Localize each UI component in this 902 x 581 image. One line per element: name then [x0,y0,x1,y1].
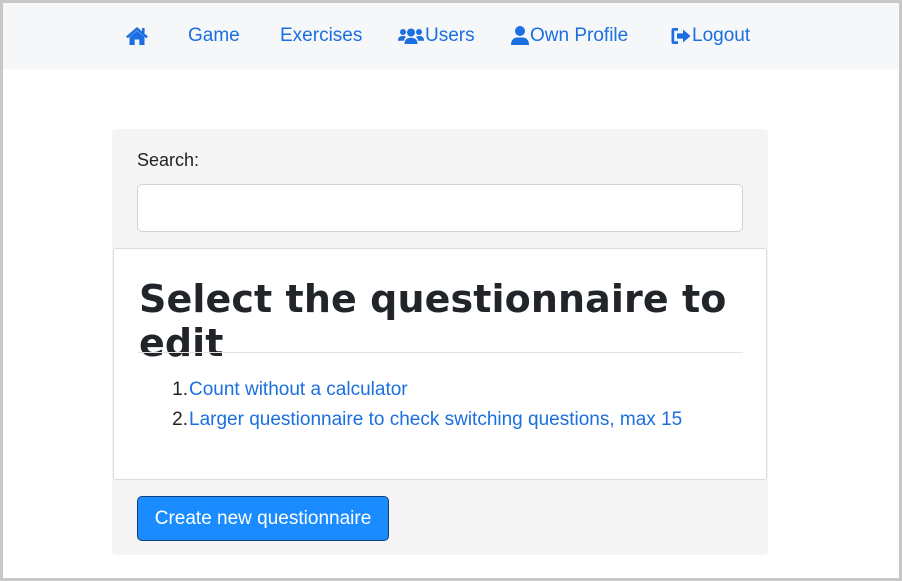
questionnaire-link[interactable]: Larger questionnaire to check switching … [189,409,682,431]
home-icon [125,26,149,46]
nav-own-profile-link[interactable]: Own Profile [511,3,628,69]
top-navbar: Game Exercises Users Own Profile Logout [3,3,899,69]
nav-home-link[interactable] [125,3,150,69]
list-item-number: 1. [172,379,188,400]
questionnaire-card: Search: Select the questionnaire to edit… [112,129,768,555]
nav-users-link[interactable]: Users [398,3,475,69]
list-item: 1. Count without a calculator [139,375,682,405]
nav-exercises-link[interactable]: Exercises [280,3,362,69]
search-label: Search: [137,150,200,170]
search-input[interactable] [137,184,743,232]
nav-logout-label: Logout [692,25,751,46]
sign-out-icon [671,27,691,45]
nav-logout-link[interactable]: Logout [671,3,750,69]
divider [138,352,743,353]
browser-viewport: Game Exercises Users Own Profile Logout … [3,3,899,578]
users-icon [398,27,424,45]
questionnaire-link[interactable]: Count without a calculator [189,379,408,401]
nav-game-link[interactable]: Game [188,3,240,69]
questionnaire-list-panel: Select the questionnaire to edit 1. Coun… [113,248,767,480]
user-icon [511,26,529,46]
list-item-number: 2. [172,409,188,430]
nav-users-label: Users [425,25,475,46]
nav-own-profile-label: Own Profile [530,25,629,46]
list-item: 2. Larger questionnaire to check switchi… [139,405,682,435]
create-questionnaire-button[interactable]: Create new questionnaire [137,496,389,541]
questionnaire-list: 1. Count without a calculator 2. Larger … [139,375,682,435]
